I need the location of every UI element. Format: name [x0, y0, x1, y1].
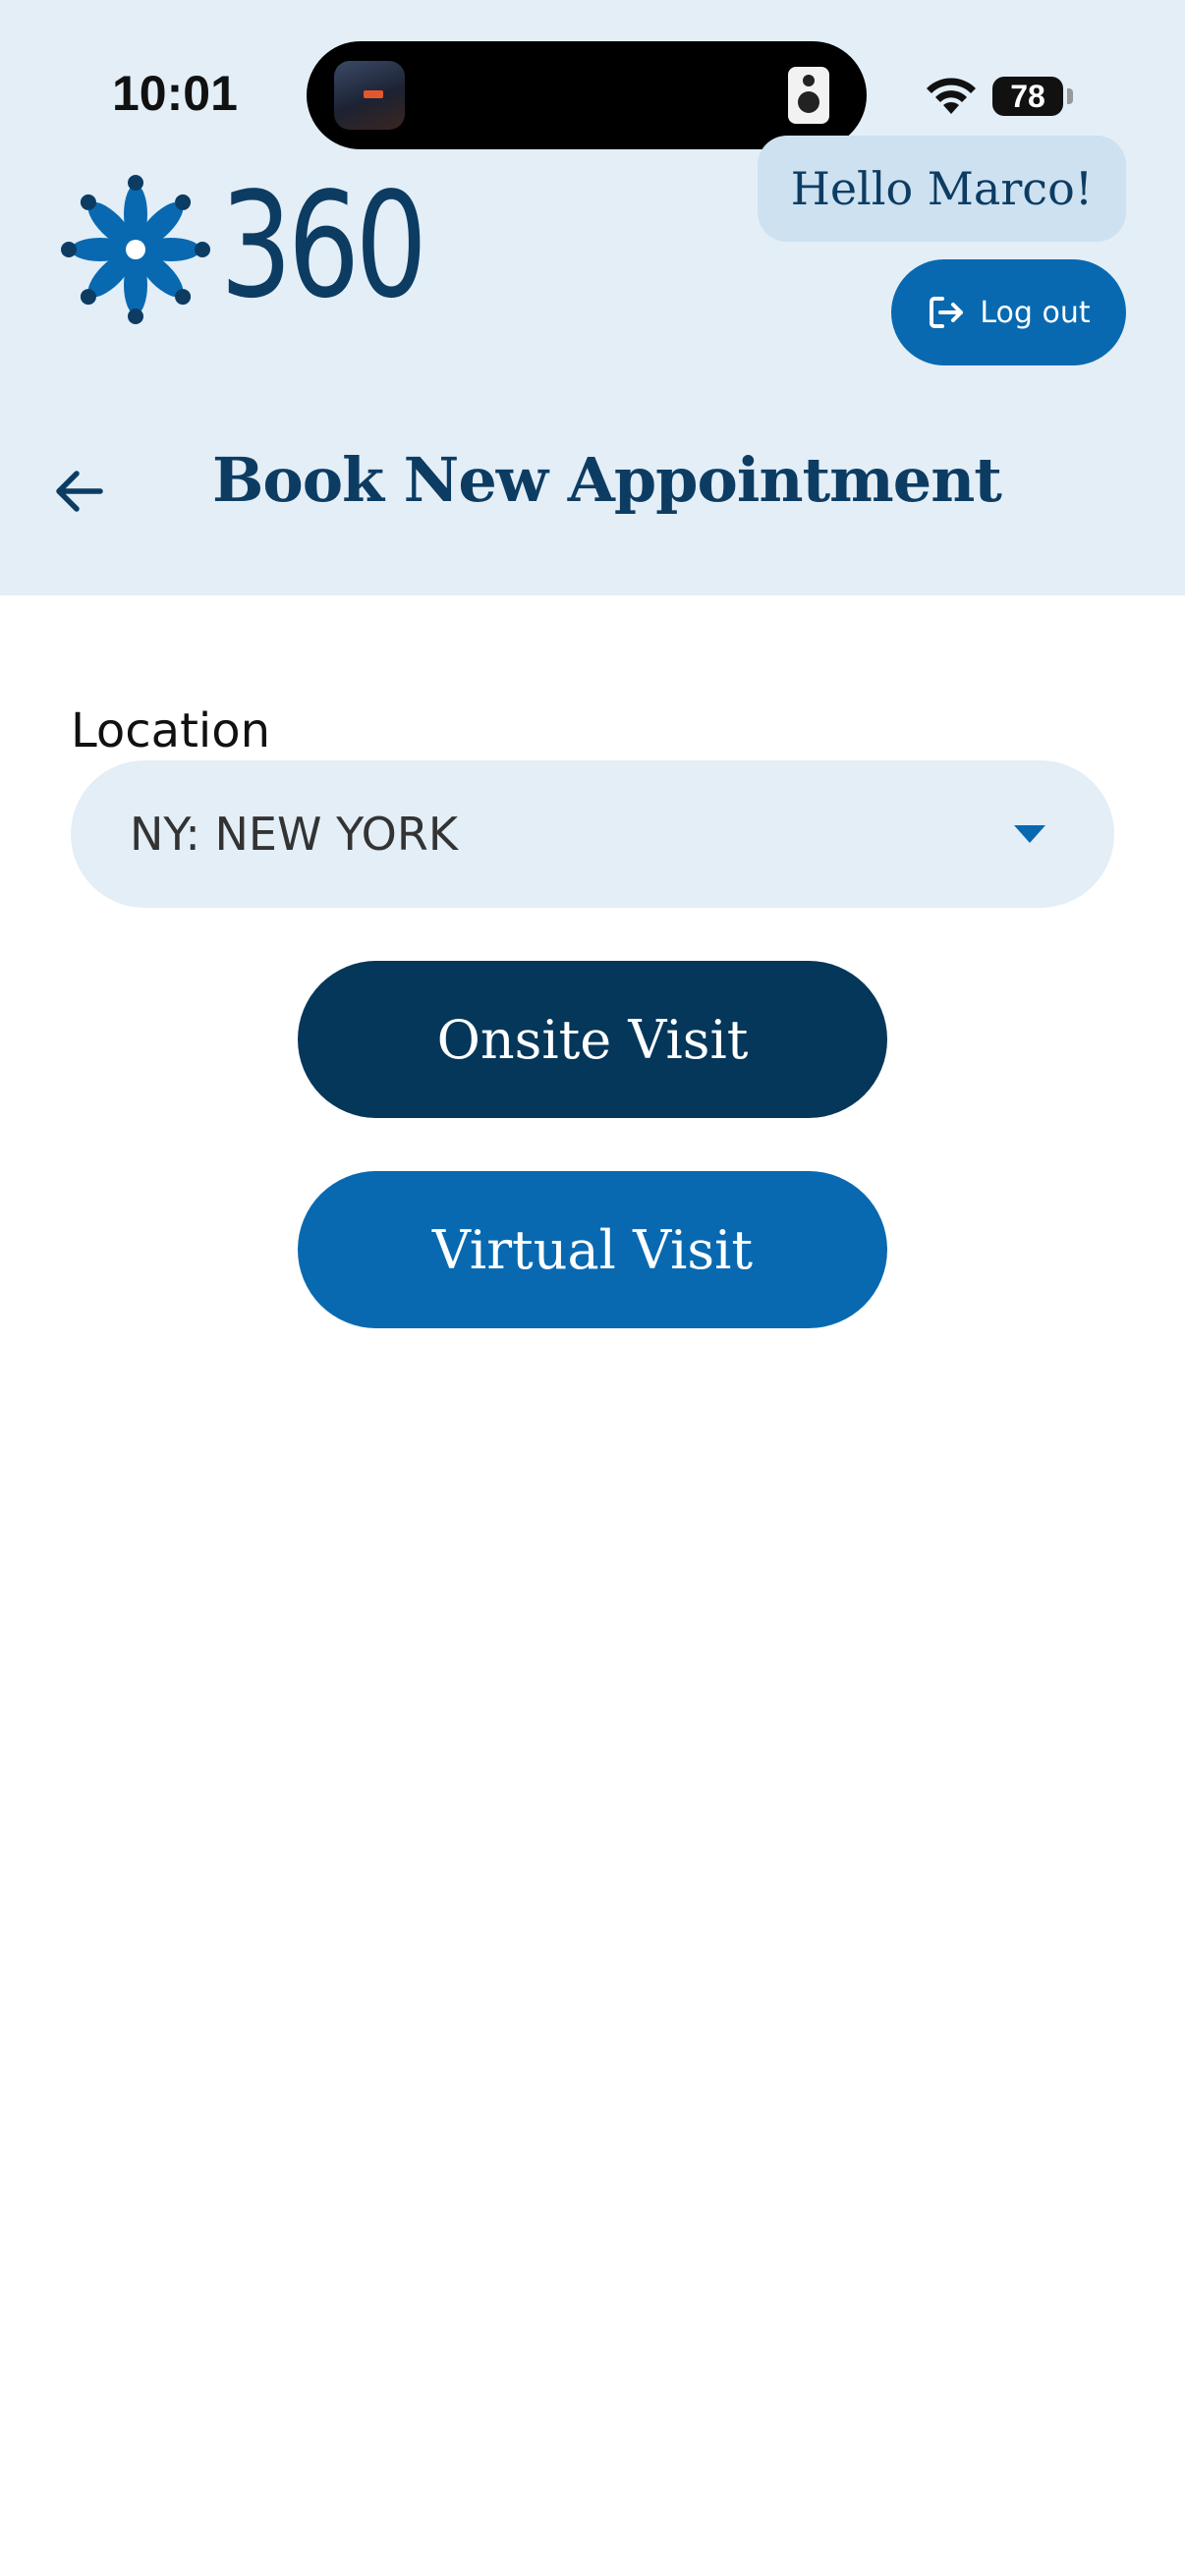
- onsite-visit-button[interactable]: Onsite Visit: [298, 961, 887, 1118]
- speaker-icon: [788, 67, 829, 124]
- caret-down-icon: [1014, 825, 1045, 843]
- snowflake-logo-icon: [61, 175, 210, 324]
- logout-button[interactable]: Log out: [891, 259, 1126, 365]
- page-title: Book New Appointment: [212, 444, 1002, 516]
- location-select[interactable]: NY: NEW YORK: [71, 760, 1114, 908]
- wifi-icon: [927, 78, 976, 114]
- greeting-badge: Hello Marco!: [758, 136, 1126, 242]
- location-label: Location: [71, 703, 271, 758]
- arrow-left-icon[interactable]: [51, 464, 106, 519]
- app-header: 10:01 78 360 Hello Marco! Log out Book N…: [0, 0, 1185, 595]
- logout-label: Log out: [980, 295, 1091, 330]
- battery-cap: [1067, 88, 1073, 104]
- logout-icon: [930, 297, 964, 328]
- virtual-visit-button[interactable]: Virtual Visit: [298, 1171, 887, 1328]
- status-time: 10:01: [112, 66, 238, 121]
- location-selected-value: NY: NEW YORK: [130, 808, 459, 861]
- live-activity-thumbnail: [334, 61, 405, 130]
- battery-indicator: 78: [992, 77, 1063, 116]
- battery-level: 78: [1010, 79, 1045, 114]
- dynamic-island: [307, 41, 867, 149]
- brand-wordmark: 360: [220, 161, 427, 330]
